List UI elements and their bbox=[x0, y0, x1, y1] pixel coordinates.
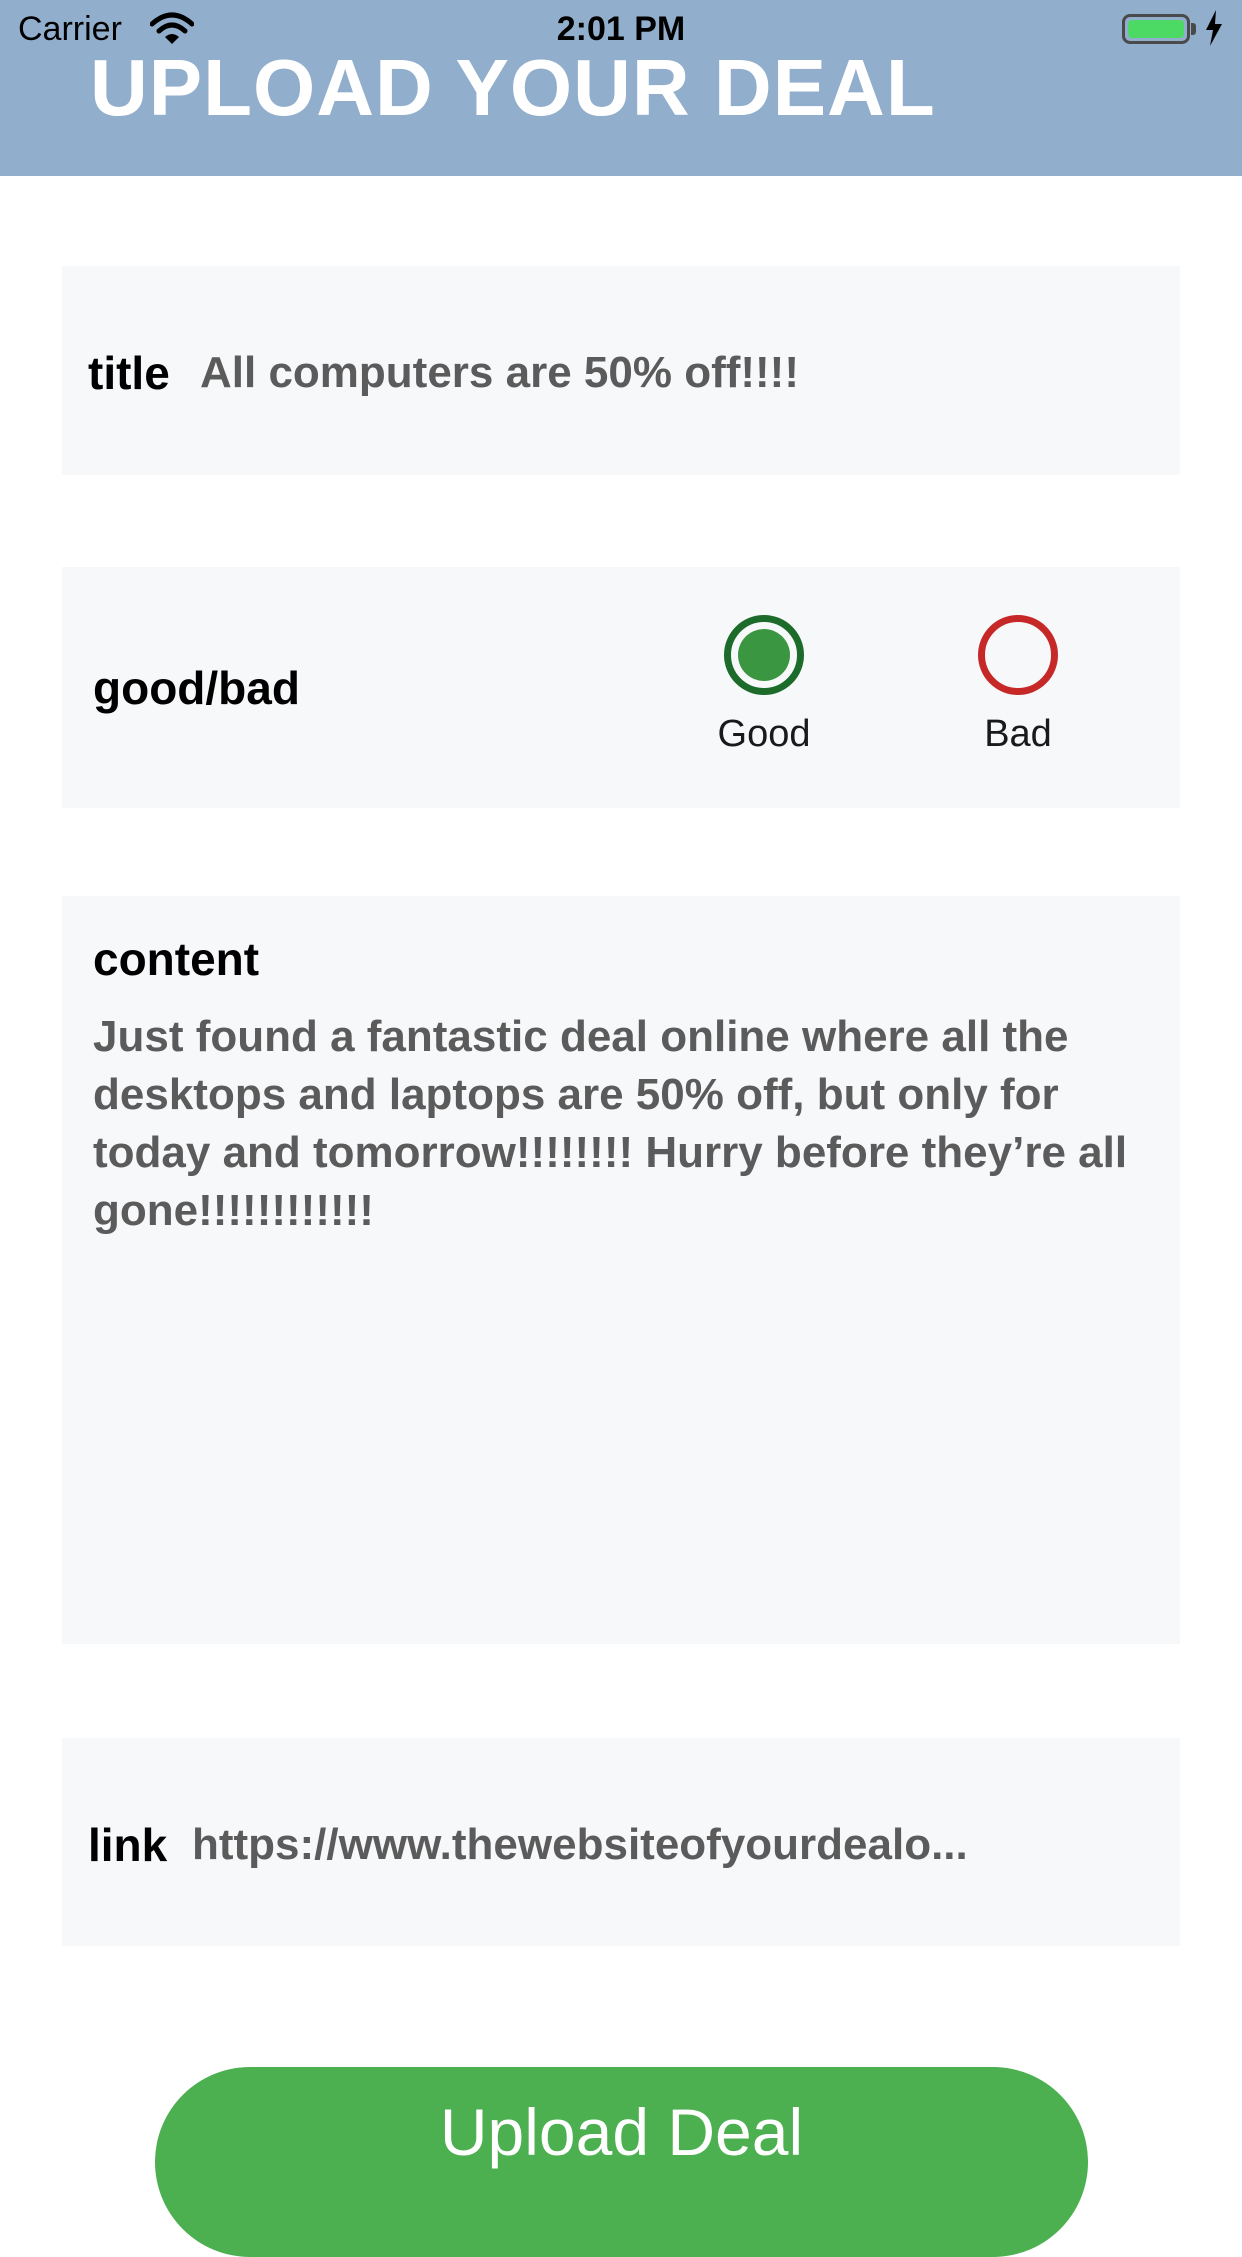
good-bad-card: good/bad Good Bad bbox=[62, 567, 1180, 808]
battery-nub bbox=[1191, 23, 1196, 35]
title-field-card: title All computers are 50% off!!!! bbox=[62, 266, 1180, 475]
content-textarea[interactable]: Just found a fantastic deal online where… bbox=[93, 1008, 1153, 1240]
radio-selected-dot bbox=[738, 629, 790, 681]
content-field-label: content bbox=[93, 933, 260, 985]
link-field-card: link https://www.thewebsiteofyourdealo..… bbox=[62, 1738, 1180, 1946]
content-field-card: content Just found a fantastic deal onli… bbox=[62, 896, 1180, 1644]
title-input[interactable]: All computers are 50% off!!!! bbox=[200, 348, 799, 398]
bad-radio[interactable] bbox=[978, 615, 1058, 695]
page-title: UPLOAD YOUR DEAL bbox=[90, 43, 936, 132]
header-bar: Carrier 2:01 PM UPLOAD YOUR DEAL bbox=[0, 0, 1242, 176]
link-field-label: link bbox=[88, 1819, 168, 1871]
good-radio[interactable] bbox=[724, 615, 804, 695]
good-radio-label[interactable]: Good bbox=[684, 713, 844, 756]
good-bad-label: good/bad bbox=[93, 662, 300, 714]
upload-deal-button[interactable]: Upload Deal bbox=[155, 2067, 1088, 2257]
bad-radio-label[interactable]: Bad bbox=[938, 713, 1098, 756]
link-input[interactable]: https://www.thewebsiteofyourdealo... bbox=[192, 1820, 1152, 1870]
battery-icon bbox=[1122, 14, 1190, 44]
title-field-label: title bbox=[88, 347, 170, 399]
charging-bolt-icon bbox=[1204, 10, 1224, 55]
